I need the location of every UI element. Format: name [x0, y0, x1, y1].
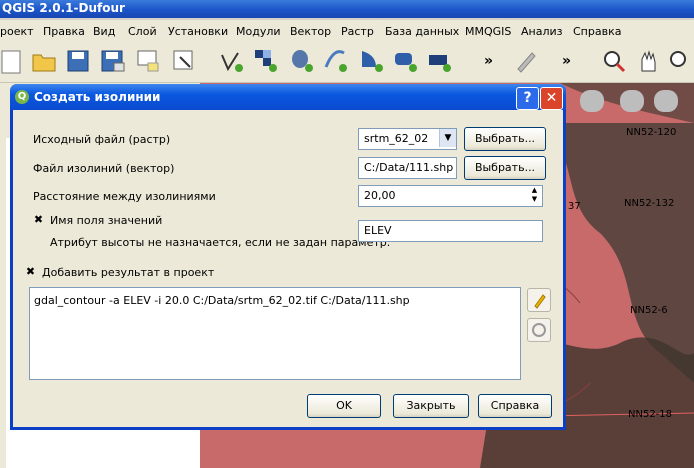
menu-analysis[interactable]: Анализ	[521, 25, 563, 38]
input-file-value: srtm_62_02	[364, 132, 429, 145]
toolbar-overflow-chevron[interactable]: »	[484, 53, 493, 69]
menu-database[interactable]: База данных	[385, 25, 459, 38]
menu-vector[interactable]: Вектор	[290, 25, 331, 38]
map-label: 37	[568, 201, 581, 212]
dialog-body: Исходный файл (растр) srtm_62_02 ▼ Выбра…	[13, 110, 563, 427]
menu-raster[interactable]: Растр	[341, 25, 374, 38]
map-label: NN52-6	[630, 305, 668, 316]
interval-label: Расстояние между изолиниями	[33, 190, 216, 203]
attr-name-value: ELEV	[364, 224, 392, 237]
add-vector-layer-icon[interactable]	[218, 47, 246, 75]
output-file-field[interactable]: C:/Data/111.shp	[358, 157, 457, 179]
attr-name-field[interactable]: ELEV	[358, 220, 543, 242]
new-project-icon[interactable]	[0, 47, 28, 75]
interval-spinbox[interactable]: 20,00 ▲ ▼	[358, 185, 543, 207]
identify-icon[interactable]	[600, 47, 628, 75]
pencil-icon	[534, 294, 546, 309]
attr-checkbox-label: Имя поля значений	[50, 214, 163, 227]
qgis-logo-icon: Q	[15, 90, 29, 104]
dialog-title-bar[interactable]: Q Создать изолинии ? ✕	[10, 84, 566, 110]
toolbar-overflow-chevron-2[interactable]: »	[562, 53, 571, 69]
dialog-help-button[interactable]: ?	[516, 87, 539, 110]
output-file-value: C:/Data/111.shp	[364, 161, 454, 174]
reset-command-button[interactable]	[527, 318, 551, 342]
help-button[interactable]: Справка	[478, 394, 552, 418]
menu-layer[interactable]: Слой	[128, 25, 157, 38]
menu-view[interactable]: Вид	[93, 25, 115, 38]
map-label: NN52-132	[624, 198, 675, 209]
app-title: QGIS 2.0.1-Dufour	[2, 1, 125, 15]
attr-note: Атрибут высоты не назначается, если не з…	[50, 236, 391, 249]
menu-edit[interactable]: Правка	[43, 25, 85, 38]
close-button[interactable]: Закрыть	[393, 394, 469, 418]
add-wcs-layer-icon[interactable]	[392, 47, 420, 75]
contour-dialog: Q Создать изолинии ? ✕ Исходный файл (ра…	[10, 84, 566, 430]
node-tool-icon[interactable]	[580, 90, 604, 112]
map-label: NN52-18	[628, 409, 673, 420]
open-folder-icon[interactable]	[30, 47, 58, 75]
toolbar: » »	[0, 42, 694, 83]
rotate-feature-icon[interactable]	[620, 90, 644, 112]
spin-up-icon[interactable]: ▲	[528, 186, 541, 195]
menu-settings[interactable]: Установки	[168, 25, 228, 38]
menu-bar: роект Правка Вид Слой Установки Модули В…	[0, 20, 694, 42]
spin-down-icon[interactable]: ▼	[528, 195, 541, 204]
input-file-combo[interactable]: srtm_62_02 ▼	[358, 128, 457, 150]
edit-command-button[interactable]	[527, 288, 551, 312]
app-title-bar: QGIS 2.0.1-Dufour	[0, 0, 694, 18]
split-feature-icon[interactable]	[654, 90, 678, 112]
command-text: gdal_contour -a ELEV -i 20.0 C:/Data/srt…	[34, 294, 410, 307]
save-as-icon[interactable]	[98, 47, 126, 75]
new-print-composer-icon[interactable]	[134, 47, 162, 75]
save-icon[interactable]	[64, 47, 92, 75]
command-textbox[interactable]: gdal_contour -a ELEV -i 20.0 C:/Data/srt…	[29, 287, 521, 380]
add-wfs-layer-icon[interactable]	[426, 47, 454, 75]
browse-input-button[interactable]: Выбрать...	[464, 127, 546, 151]
dialog-close-icon[interactable]: ✕	[540, 87, 563, 110]
zoom-in-icon[interactable]	[666, 47, 694, 75]
add-postgis-layer-icon[interactable]	[288, 47, 316, 75]
menu-help[interactable]: Справка	[573, 25, 621, 38]
add-result-checkbox[interactable]: ✖	[25, 266, 36, 277]
input-file-label: Исходный файл (растр)	[33, 133, 171, 146]
add-result-label: Добавить результат в проект	[42, 266, 215, 279]
ok-button[interactable]: OK	[307, 394, 381, 418]
reset-icon	[532, 323, 546, 337]
menu-mmqgis[interactable]: MMQGIS	[465, 25, 511, 38]
add-wms-layer-icon[interactable]	[358, 47, 386, 75]
map-label: NN52-120	[626, 127, 677, 138]
chevron-down-icon[interactable]: ▼	[439, 129, 456, 147]
output-file-label: Файл изолиний (вектор)	[33, 162, 175, 175]
map-toolbar	[580, 90, 690, 114]
menu-project[interactable]: роект	[0, 25, 34, 38]
pan-hand-icon[interactable]	[634, 47, 662, 75]
digitize-pencil-icon[interactable]	[512, 47, 540, 75]
add-raster-layer-icon[interactable]	[252, 47, 280, 75]
composer-manager-icon[interactable]	[170, 47, 198, 75]
interval-value: 20,00	[364, 189, 396, 202]
browse-output-button[interactable]: Выбрать...	[464, 156, 546, 180]
dialog-title: Создать изолинии	[34, 90, 161, 104]
menu-plugins[interactable]: Модули	[236, 25, 281, 38]
attr-checkbox[interactable]: ✖	[33, 214, 44, 225]
add-spatialite-layer-icon[interactable]	[322, 47, 350, 75]
